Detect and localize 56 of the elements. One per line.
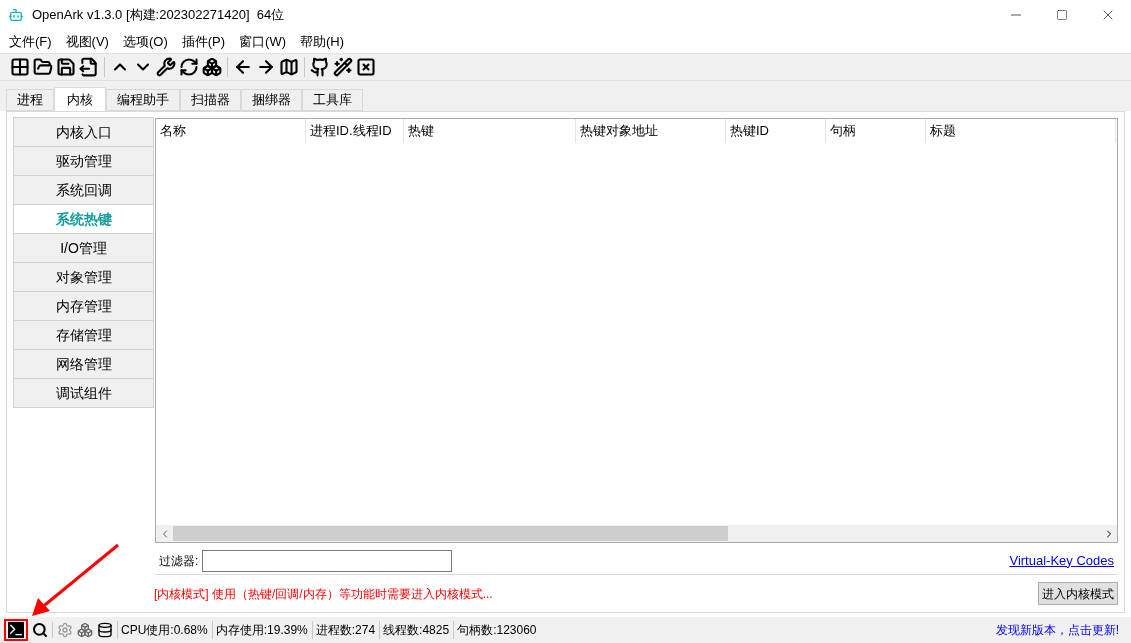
column-header[interactable]: 名称 — [156, 119, 306, 143]
menu-item[interactable]: 帮助(H) — [295, 31, 350, 52]
window-title: OpenArk v1.3.0 [构建:202302271420] 64位 — [32, 6, 285, 25]
filter-label: 过滤器: — [159, 552, 199, 570]
save-icon[interactable] — [56, 57, 76, 77]
tab[interactable]: 编程助手 — [106, 89, 180, 111]
close-box-icon[interactable] — [356, 57, 376, 77]
status-stat: 内存使用:19.39% — [211, 621, 308, 639]
menu-item[interactable]: 文件(F) — [4, 31, 57, 52]
column-header[interactable]: 热键ID — [726, 119, 826, 143]
enter-kernel-mode-button[interactable]: 进入内核模式 — [1038, 582, 1118, 605]
status-stat: CPU使用:0.68% — [117, 621, 208, 639]
file-export-icon[interactable] — [79, 57, 99, 77]
search-icon[interactable] — [32, 622, 48, 638]
arrow-left-icon[interactable] — [233, 57, 253, 77]
tab[interactable]: 工具库 — [302, 89, 363, 111]
folder-icon[interactable] — [33, 57, 53, 77]
menu-item[interactable]: 选项(O) — [117, 31, 173, 52]
magic-wand-icon[interactable] — [333, 57, 353, 77]
sidebar-item[interactable]: 调试组件 — [13, 378, 154, 408]
sidebar-item[interactable]: 内存管理 — [13, 291, 154, 321]
column-header[interactable]: 进程ID.线程ID — [306, 119, 404, 143]
tab[interactable]: 进程 — [6, 89, 54, 111]
filter-field[interactable] — [202, 549, 453, 572]
maximize-icon[interactable] — [1056, 9, 1068, 21]
tab[interactable]: 扫描器 — [180, 89, 241, 111]
sidebar-item[interactable]: 网络管理 — [13, 349, 154, 379]
column-header[interactable]: 热键 — [404, 119, 576, 143]
update-link[interactable]: 发现新版本，点击更新! — [995, 621, 1119, 639]
console-icon[interactable] — [4, 619, 28, 641]
sidebar-item[interactable]: I/O管理 — [13, 233, 154, 263]
sidebar-item[interactable]: 内核入口 — [13, 117, 154, 147]
status-stat: 进程数:274 — [311, 621, 376, 639]
sidebar-item[interactable]: 驱动管理 — [13, 146, 154, 176]
cubes-icon[interactable] — [77, 622, 93, 638]
database-icon[interactable] — [97, 622, 113, 638]
menu-item[interactable]: 插件(P) — [176, 31, 231, 52]
virtual-key-codes-link[interactable]: Virtual-Key Codes — [1009, 550, 1114, 571]
status-stat: 线程数:4825 — [379, 621, 450, 639]
column-header[interactable]: 热键对象地址 — [576, 119, 726, 143]
column-header[interactable]: 句柄 — [826, 119, 926, 143]
kernel-mode-notice: [内核模式] 使用（热键/回调/内存）等功能时需要进入内核模式... — [154, 585, 493, 603]
tab[interactable]: 内核 — [54, 87, 106, 112]
sidebar-item[interactable]: 存储管理 — [13, 320, 154, 350]
wrench-icon[interactable] — [156, 57, 176, 77]
app-logo-icon — [8, 7, 24, 23]
column-header[interactable]: 标题 — [926, 119, 1116, 143]
status-stat: 句柄数:123060 — [453, 621, 537, 639]
github-icon[interactable] — [310, 57, 330, 77]
menu-item[interactable]: 窗口(W) — [234, 31, 291, 52]
menu-item[interactable]: 视图(V) — [60, 31, 114, 52]
refresh-icon[interactable] — [179, 57, 199, 77]
map-icon[interactable] — [279, 57, 299, 77]
sidebar-item[interactable]: 系统回调 — [13, 175, 154, 205]
tab[interactable]: 捆绑器 — [241, 89, 302, 111]
sidebar-item[interactable]: 对象管理 — [13, 262, 154, 292]
